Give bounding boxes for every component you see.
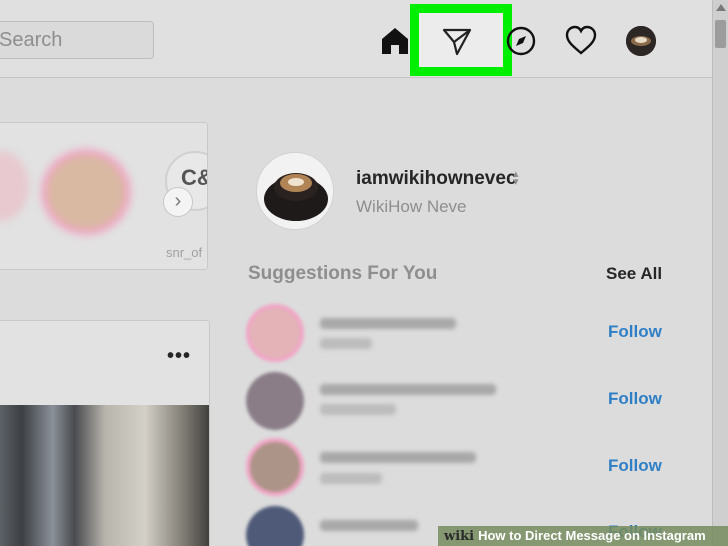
- suggestion-avatar[interactable]: [246, 372, 304, 430]
- profile-avatar[interactable]: [256, 152, 334, 230]
- suggestion-avatar[interactable]: [246, 438, 304, 496]
- top-nav-bar: Search: [0, 0, 712, 78]
- scroll-up-arrow-icon[interactable]: [716, 4, 726, 11]
- suggestion-subtitle-blurred: [320, 473, 382, 484]
- watermark-title: to Direct Message on Instagram: [509, 528, 706, 543]
- profile-full-name: WikiHow Neve: [356, 197, 467, 216]
- profile-username[interactable]: iamwikihownevec: [356, 168, 517, 190]
- stories-tray: C& › snr_of: [0, 122, 208, 270]
- story-avatar[interactable]: [41, 149, 131, 235]
- suggestion-subtitle-blurred: [320, 338, 372, 349]
- suggestion-username-blurred: [320, 318, 456, 329]
- follow-button[interactable]: Follow: [608, 322, 662, 342]
- page-scrollbar[interactable]: [712, 0, 728, 546]
- watermark-how: How: [478, 528, 506, 543]
- follow-button[interactable]: Follow: [608, 456, 662, 476]
- scroll-thumb[interactable]: [715, 20, 726, 48]
- follow-button[interactable]: Follow: [608, 389, 662, 409]
- direct-message-icon[interactable]: [440, 24, 474, 58]
- suggestion-username-blurred: [320, 452, 476, 463]
- story-username: snr_of: [166, 245, 203, 260]
- suggestion-username-blurred: [320, 384, 496, 395]
- profile-avatar-nav[interactable]: [626, 26, 656, 56]
- post-image[interactable]: [0, 405, 209, 546]
- wikihow-watermark: wiki How to Direct Message on Instagram: [438, 526, 728, 546]
- suggestions-heading: Suggestions For You: [248, 263, 438, 284]
- activity-heart-icon[interactable]: [564, 24, 598, 58]
- suggestion-username-blurred: [320, 520, 418, 531]
- see-all-link[interactable]: See All: [606, 264, 662, 284]
- chevron-right-icon[interactable]: ›: [163, 187, 193, 217]
- search-input[interactable]: Search: [0, 21, 154, 59]
- feed-post: •••: [0, 320, 210, 546]
- suggestion-subtitle-blurred: [320, 404, 396, 415]
- more-options-icon[interactable]: •••: [167, 345, 191, 368]
- account-switch-caret-icon[interactable]: ▴ ▾: [513, 169, 519, 188]
- home-icon[interactable]: [378, 24, 412, 58]
- suggestion-avatar[interactable]: [246, 304, 304, 362]
- story-avatar[interactable]: [0, 151, 29, 221]
- suggestion-avatar[interactable]: [246, 506, 304, 546]
- explore-compass-icon[interactable]: [504, 24, 538, 58]
- watermark-brand: wiki: [444, 529, 475, 544]
